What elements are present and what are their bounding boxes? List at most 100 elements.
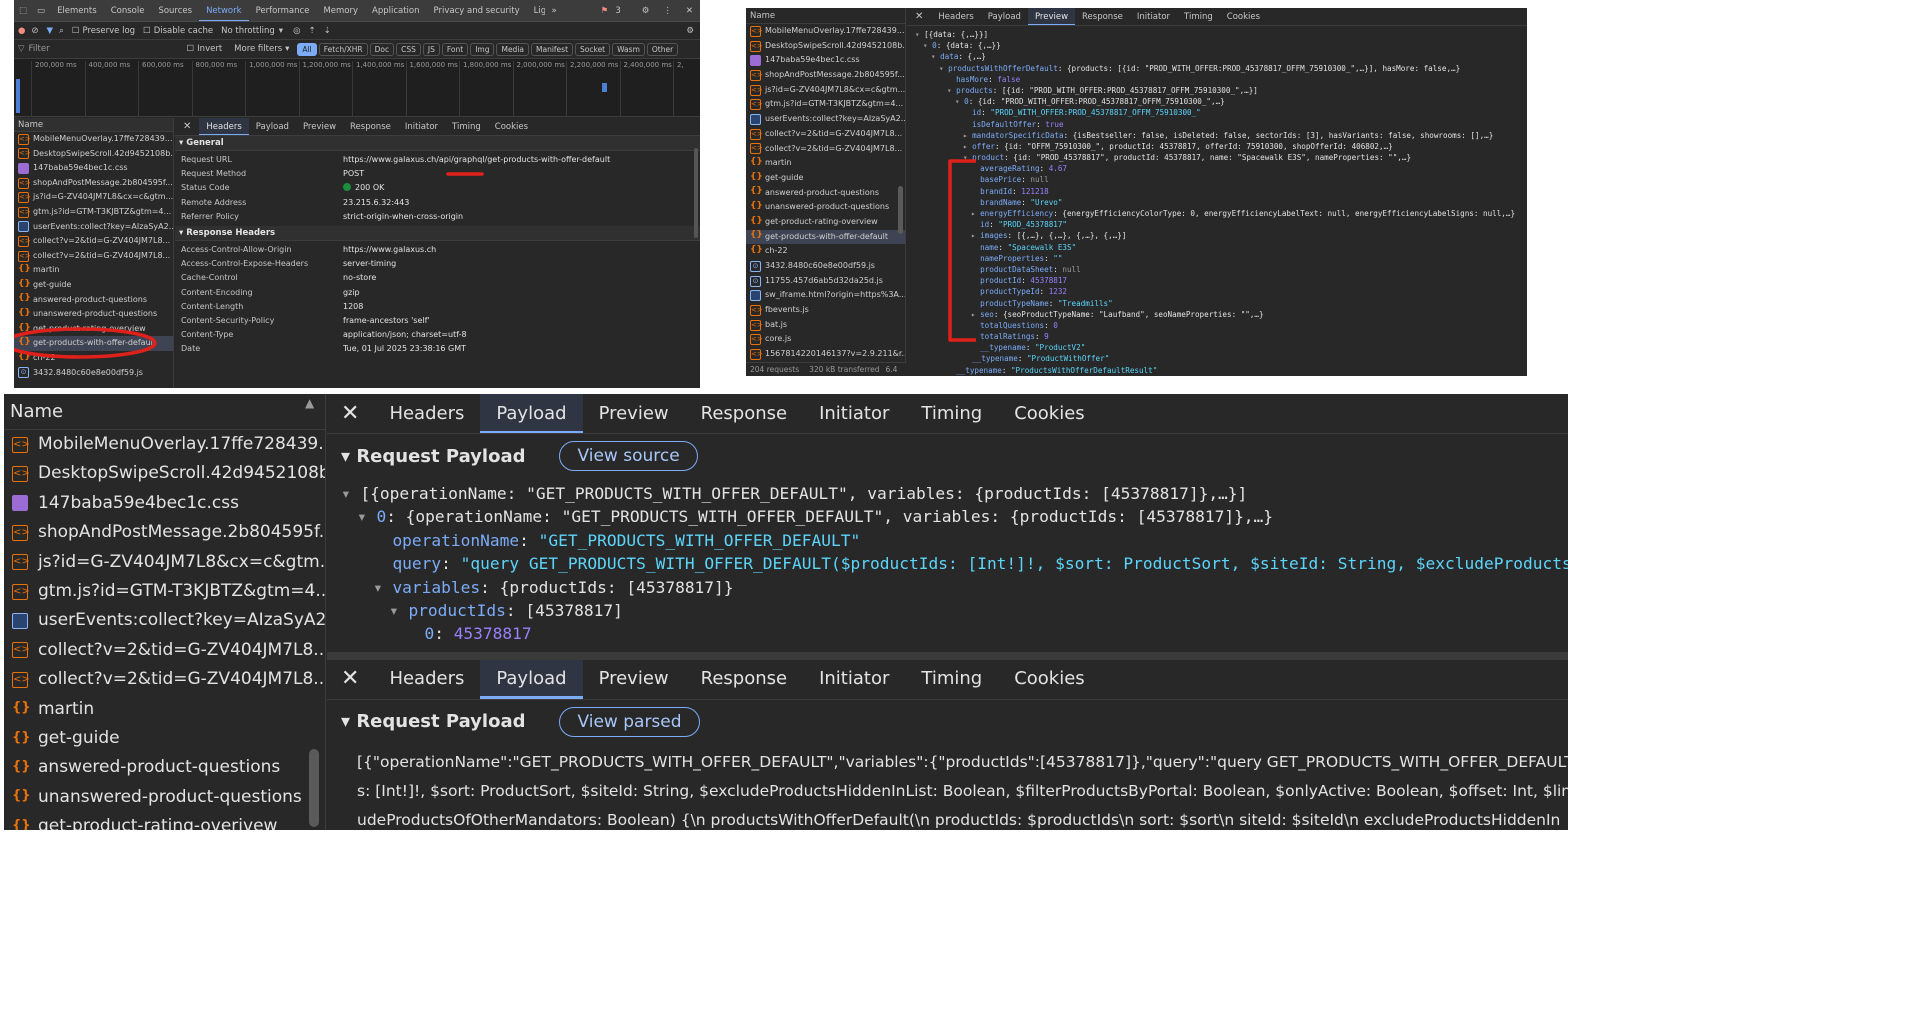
tab-response[interactable]: Response	[1075, 8, 1130, 25]
request-row[interactable]: 147baba59e4bec1c.css	[14, 161, 173, 176]
request-row[interactable]: <> collect?v=2&tid=G-ZV404JM7L8...	[4, 665, 325, 694]
tab-sources[interactable]: Sources	[151, 6, 199, 16]
expand-arrow-icon[interactable]: ▾	[931, 51, 940, 62]
tab-cookies[interactable]: Cookies	[998, 660, 1100, 699]
request-row[interactable]: <> MobileMenuOverlay.17ffe728439...	[4, 430, 325, 459]
scroll-up-icon[interactable]: ▲	[305, 396, 319, 410]
network-overview-timeline[interactable]: 200,000 ms 400,000 ms 600,000 ms 800,000 ms…	[14, 59, 700, 117]
json-tree-line[interactable]: ▾ data: {,…}	[915, 51, 1527, 62]
request-row[interactable]: {} answered-product-questions	[746, 186, 905, 201]
tab-network[interactable]: Network	[199, 0, 249, 21]
json-tree-line[interactable]: ▾ [{data: {,…}}]	[915, 29, 1527, 40]
request-row[interactable]: <> shopAndPostMessage.2b804595f...	[14, 176, 173, 191]
tab-privacy and security[interactable]: Privacy and security	[427, 6, 527, 16]
expand-arrow-icon[interactable]: ▾	[939, 63, 948, 74]
collapse-arrow-icon[interactable]: ▸	[963, 141, 972, 152]
request-row[interactable]: {} get-product-rating-overview	[746, 215, 905, 230]
collapse-arrow-icon[interactable]: ▸	[971, 208, 980, 219]
preserve-log-checkbox[interactable]: ☐	[72, 26, 80, 36]
collapse-arrow-icon[interactable]: ▸	[971, 230, 980, 241]
request-row[interactable]: sw_iframe.html?origin=https%3A...	[746, 288, 905, 303]
request-row[interactable]: <> shopAndPostMessage.2b804595f...	[4, 518, 325, 547]
expand-arrow-icon[interactable]: ▾	[947, 85, 956, 96]
invert-checkbox[interactable]: ☐	[187, 44, 195, 54]
tab-memory[interactable]: Memory	[316, 6, 365, 16]
filter-icon[interactable]: ▼	[47, 26, 54, 36]
tab-cookies[interactable]: Cookies	[998, 394, 1100, 433]
tab-headers[interactable]: Headers	[373, 394, 480, 433]
filter-chip-media[interactable]: Media	[496, 42, 529, 56]
request-row[interactable]: ⊙ 3432.8480c60e8e00df59.js	[14, 366, 173, 381]
more-tabs-icon[interactable]: »	[545, 6, 564, 16]
name-column-header[interactable]: Name	[4, 394, 325, 430]
request-row[interactable]: <> MobileMenuOverlay.17ffe728439...	[746, 24, 905, 39]
expand-arrow-icon[interactable]: ▾	[955, 96, 964, 107]
json-tree-line[interactable]: ▸ mandatorSpecificData: {isBestseller: fa…	[915, 130, 1527, 141]
json-tree-line[interactable]: ▾ [{operationName: "GET_PRODUCTS_WITH_OFF…	[341, 482, 1568, 505]
tab-console[interactable]: Console	[104, 6, 152, 16]
request-row[interactable]: <> collect?v=2&tid=G-ZV404JM7L8...	[746, 127, 905, 142]
json-tree-line[interactable]: ▾ productIds: [45378817]	[341, 599, 1568, 622]
name-column-header[interactable]: Name	[14, 118, 173, 132]
list-scrollbar[interactable]	[309, 749, 319, 827]
request-row[interactable]: <> bat.js	[746, 318, 905, 333]
request-row[interactable]: <> js?id=G-ZV404JM7L8&cx=c&gtm...	[4, 548, 325, 577]
tab-payload[interactable]: Payload	[981, 8, 1028, 25]
tab-preview[interactable]: Preview	[1027, 8, 1076, 25]
request-row[interactable]: {} answered-product-questions	[4, 753, 325, 782]
request-row[interactable]: {} get-guide	[746, 171, 905, 186]
filter-chip-fetchxhr[interactable]: Fetch/XHR	[318, 42, 368, 56]
request-row[interactable]: <> js?id=G-ZV404JM7L8&cx=c&gtm...	[14, 190, 173, 205]
expand-arrow-icon[interactable]: ▾	[915, 29, 924, 40]
filter-chip-js[interactable]: JS	[422, 42, 440, 56]
json-tree-line[interactable]: ▾ variables: {productIds: [45378817]}	[341, 576, 1568, 599]
filter-chip-other[interactable]: Other	[646, 42, 679, 56]
tab-preview[interactable]: Preview	[583, 394, 685, 433]
json-tree-line[interactable]: ▸ energyEfficiency: {energyEfficiencyColo…	[915, 208, 1527, 219]
request-row[interactable]: <> DesktopSwipeScroll.42d9452108b...	[4, 459, 325, 488]
close-detail-icon[interactable]: ✕	[181, 118, 199, 135]
export-har-icon[interactable]: ⇣	[324, 26, 331, 36]
request-row[interactable]: 147baba59e4bec1c.css	[4, 489, 325, 518]
request-row[interactable]: <> collect?v=2&tid=G-ZV404JM7L8...	[14, 249, 173, 264]
tab-cookies[interactable]: Cookies	[488, 118, 535, 135]
tab-payload[interactable]: Payload	[480, 659, 583, 699]
clear-icon[interactable]: ⊘	[31, 26, 38, 36]
tab-elements[interactable]: Elements	[50, 6, 104, 16]
request-row[interactable]: <> collect?v=2&tid=G-ZV404JM7L8...	[746, 142, 905, 157]
detail-scrollbar[interactable]	[694, 148, 698, 238]
request-row[interactable]: {} unanswered-product-questions	[4, 783, 325, 812]
tab-payload[interactable]: Payload	[480, 394, 583, 433]
view-parsed-button[interactable]: View parsed	[559, 706, 700, 737]
network-settings-icon[interactable]: ⚙	[686, 26, 694, 36]
search-icon[interactable]: ⌕	[59, 26, 64, 36]
request-row[interactable]: <> DesktopSwipeScroll.42d9452108b...	[14, 147, 173, 162]
filter-chip-font[interactable]: Font	[441, 42, 469, 56]
view-source-button[interactable]: View source	[559, 441, 698, 471]
json-tree-line[interactable]: ▾ 0: {data: {,…}}	[915, 40, 1527, 51]
request-row[interactable]: <> fbevents.js	[746, 303, 905, 318]
json-tree-line[interactable]: ▸ offer: {id: "OFFM_75910300_", productId…	[915, 141, 1527, 152]
expand-arrow-icon[interactable]: ▾	[923, 40, 932, 51]
tab-preview[interactable]: Preview	[296, 118, 343, 135]
json-tree-line[interactable]: ▾ 0: {id: "PROD_WITH_OFFER:PROD_45378817_…	[915, 96, 1527, 107]
import-har-icon[interactable]: ⇡	[308, 26, 315, 36]
general-section-header[interactable]: ▾ General	[175, 136, 700, 151]
request-payload-toggle[interactable]: ▾ Request Payload	[341, 446, 525, 467]
name-column-header[interactable]: Name	[746, 8, 905, 24]
request-row[interactable]: 147baba59e4bec1c.css	[746, 53, 905, 68]
expand-arrow-icon[interactable]: ▾	[389, 599, 408, 622]
issues-badge[interactable]: ⚑ 3	[594, 6, 635, 16]
filter-chip-doc[interactable]: Doc	[369, 42, 395, 56]
json-tree-line[interactable]: ▾ product: {id: "PROD_45378817", productI…	[915, 152, 1527, 163]
expand-arrow-icon[interactable]: ▾	[341, 482, 360, 505]
tab-preview[interactable]: Preview	[583, 660, 685, 699]
tab-headers[interactable]: Headers	[931, 8, 980, 25]
tab-timing[interactable]: Timing	[905, 394, 998, 433]
tab-lighthouse[interactable]: Lighthouse	[527, 6, 545, 16]
collapse-arrow-icon[interactable]: ▸	[971, 309, 980, 320]
more-options-icon[interactable]: ⋮	[656, 6, 679, 16]
filter-chip-manifest[interactable]: Manifest	[531, 42, 574, 56]
more-filters-button[interactable]: More filters	[234, 44, 282, 54]
inspect-element-icon[interactable]: ⬚	[14, 6, 32, 16]
